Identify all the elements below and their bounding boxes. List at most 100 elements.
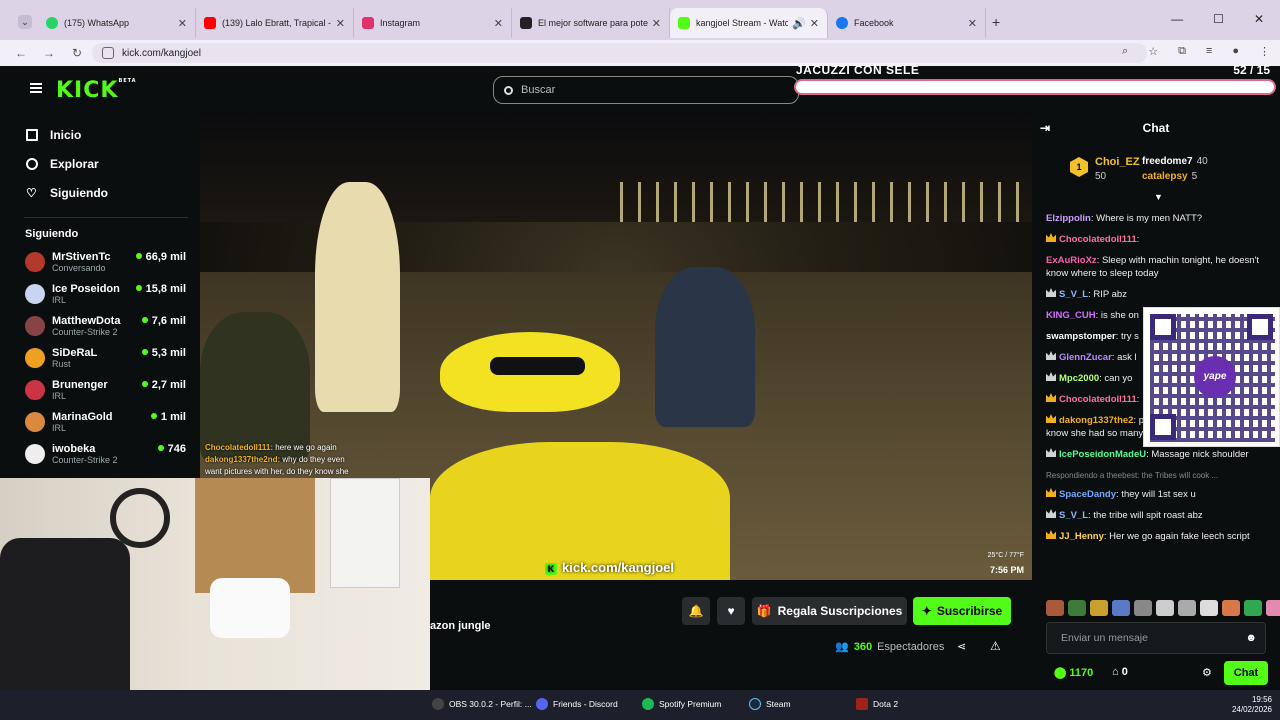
menu-icon[interactable]: ⋮ [1259,45,1270,58]
reload-icon[interactable]: ↻ [70,46,84,60]
minimize-icon[interactable]: — [1171,12,1183,26]
chat-message-input[interactable]: Enviar un mensaje ☻ [1046,622,1266,654]
emote-icon[interactable] [1090,600,1108,616]
browser-tab[interactable]: Facebook ✕ [828,8,986,38]
overlay-chat-line: dakong1337the2nd: why do they even [205,454,349,466]
site-info-icon[interactable] [102,47,114,59]
subscribe-button[interactable]: ✦ Suscribirse [913,597,1011,625]
emote-icon[interactable] [1112,600,1130,616]
taskbar-item-dota[interactable]: Dota 2 [856,698,898,710]
notification-bell-button[interactable]: 🔔 [682,597,710,625]
sidebar-channel[interactable]: Ice Poseidon IRL 15,8 mil [12,278,200,310]
sidebar-channel[interactable]: iwobeka Counter-Strike 2 746 [12,438,200,470]
chat-username[interactable]: S_V_L [1059,289,1088,300]
chat-username[interactable]: Elzippolin [1046,213,1091,224]
chat-username[interactable]: GlennZucar [1059,352,1112,363]
home-icon [26,128,38,141]
chevron-down-icon[interactable]: ▼ [1154,192,1163,202]
sidebar-item-following[interactable]: ♡ Siguiendo [12,178,200,207]
channel-viewers: 1 mil [151,411,186,423]
collapse-chat-icon[interactable]: ⇥ [1040,121,1050,135]
follow-heart-button[interactable]: ♥ [717,597,745,625]
gift-counter[interactable]: ⌂ 0 [1112,666,1128,678]
close-icon[interactable]: ✕ [178,17,187,30]
clock-date: 24/02/2026 [1231,705,1272,714]
media-icon[interactable]: ≡ [1206,45,1212,58]
tab-search-icon[interactable]: ⌄ [18,15,32,29]
sidebar-channel[interactable]: MatthewDota Counter-Strike 2 7,6 mil [12,310,200,342]
video-overlay-chat: Chocolatedoll111: here we go again dakon… [205,442,349,478]
chat-username[interactable]: IcePoseidonMadeU [1059,449,1146,460]
emote-icon[interactable] [1178,600,1196,616]
browser-tab[interactable]: (175) WhatsApp ✕ [38,8,196,38]
close-icon[interactable]: ✕ [336,17,345,30]
channel-category: Rust [52,358,71,369]
maximize-icon[interactable]: ☐ [1213,12,1224,26]
taskbar-item-obs[interactable]: OBS 30.0.2 - Perfil: ... [432,698,532,710]
chat-username[interactable]: SpaceDandy [1059,489,1116,500]
emote-icon[interactable] [1068,600,1086,616]
url-text: kick.com/kangjoel [122,47,201,59]
profile-icon[interactable]: ● [1232,45,1239,58]
emote-icon[interactable] [1222,600,1240,616]
emote-icon[interactable] [1134,600,1152,616]
tab-title: (139) Lalo Ebratt, Trapical - Mo [222,18,332,28]
emote-icon[interactable] [1244,600,1262,616]
close-icon[interactable]: ✕ [810,17,819,30]
browser-tab[interactable]: (139) Lalo Ebratt, Trapical - Mo ✕ [196,8,354,38]
bookmark-star-icon[interactable]: ☆ [1148,45,1158,58]
crown-badge-icon [1046,288,1056,297]
channel-points[interactable]: ⬤ 1170 [1054,666,1093,679]
emote-icon[interactable] [1266,600,1280,616]
sidebar-item-home[interactable]: Inicio [12,120,200,149]
window-controls: — ☐ ✕ [1171,12,1264,26]
close-icon[interactable]: ✕ [968,17,977,30]
close-window-icon[interactable]: ✕ [1254,12,1264,26]
chat-username[interactable]: Mpc2000 [1059,373,1099,384]
watermark-text: kick.com/kangjoel [562,560,674,575]
back-icon[interactable]: ← [14,46,28,60]
search-input[interactable]: Buscar [493,76,799,104]
kick-logo[interactable]: KICKBETA [56,78,137,103]
chat-username[interactable]: swampstomper [1046,331,1116,342]
sidebar-channel[interactable]: MrStivenTc Conversando 66,9 mil [12,246,200,278]
sidebar-channel[interactable]: Brunenger IRL 2,7 mil [12,374,200,406]
emote-icon[interactable] [1200,600,1218,616]
sidebar-channel[interactable]: SiDeRaL Rust 5,3 mil [12,342,200,374]
gift-subs-button[interactable]: 🎁 Regala Suscripciones [752,597,907,625]
settings-gear-icon[interactable]: ⚙ [1202,666,1212,679]
emote-icon[interactable] [1156,600,1174,616]
zoom-icon[interactable]: ⌕ [1122,45,1128,58]
chat-username[interactable]: KING_CUH [1046,310,1096,321]
chat-username[interactable]: ExAuRioXz [1046,255,1097,266]
emoji-picker-icon[interactable]: ☻ [1245,623,1257,653]
report-warning-icon[interactable]: ⚠ [990,639,1001,653]
chat-username[interactable]: Chocolatedoll111 [1059,394,1137,405]
browser-tab-active[interactable]: kangjoel Stream - Watch Li🔊 ✕ [670,8,828,38]
chat-username[interactable]: Chocolatedoll111 [1059,234,1137,245]
taskbar-item-spotify[interactable]: Spotify Premium [642,698,721,710]
new-tab-icon[interactable]: + [992,14,1000,30]
forward-icon[interactable]: → [42,46,56,60]
hamburger-menu-icon[interactable] [30,83,42,93]
send-chat-button[interactable]: Chat [1224,661,1268,685]
chat-username[interactable]: dakong1337the2 [1059,415,1133,426]
close-icon[interactable]: ✕ [652,17,661,30]
speaker-icon[interactable]: 🔊 [792,17,806,30]
taskbar-item-discord[interactable]: Friends - Discord [536,698,618,710]
sidebar-item-explore[interactable]: Explorar [12,149,200,178]
taskbar-item-steam[interactable]: Steam [749,698,791,710]
channel-text: MrStivenTc Conversando [52,251,110,274]
sidebar-channel[interactable]: MarinaGold IRL 1 mil [12,406,200,438]
share-icon[interactable]: ⋖ [957,640,966,653]
emote-icon[interactable] [1046,600,1064,616]
chat-username[interactable]: JJ_Henny [1059,531,1104,542]
chat-username[interactable]: S_V_L [1059,510,1088,521]
url-field[interactable]: kick.com/kangjoel [92,43,1147,63]
system-clock[interactable]: 19:56 24/02/2026 [1232,695,1272,715]
close-icon[interactable]: ✕ [494,17,503,30]
extensions-icon[interactable]: ⧉ [1178,45,1186,58]
browser-tab[interactable]: Instagram ✕ [354,8,512,38]
sidebar-item-label: Explorar [50,156,99,171]
browser-tab[interactable]: El mejor software para potenci ✕ [512,8,670,38]
